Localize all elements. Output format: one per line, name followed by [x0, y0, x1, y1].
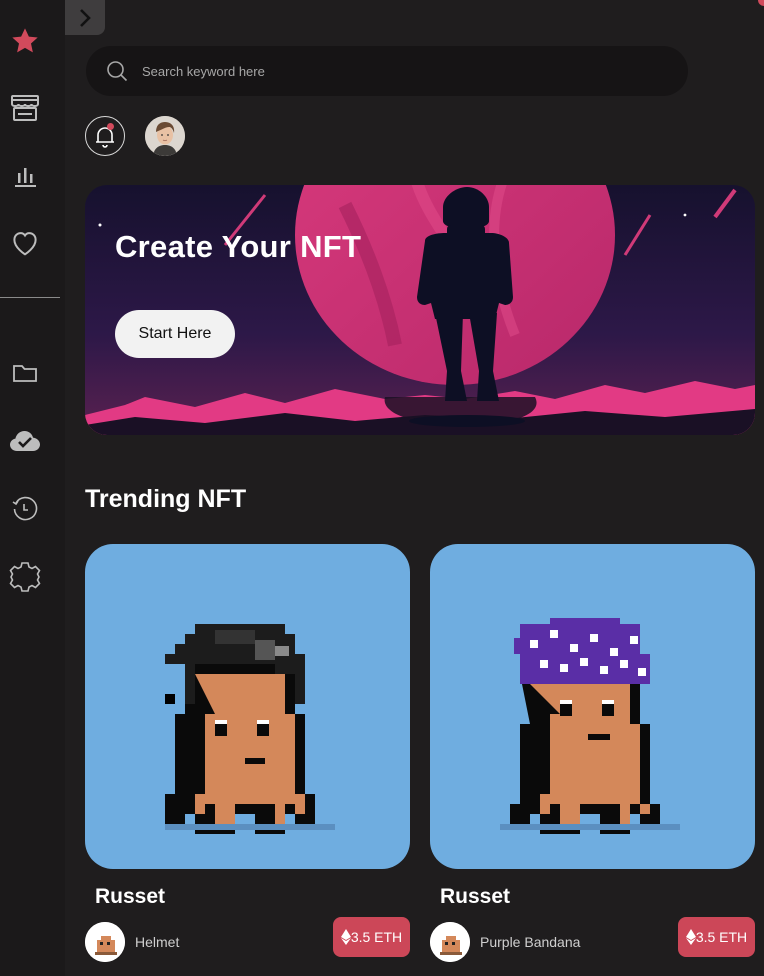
user-avatar[interactable]: [145, 116, 185, 156]
creator-name[interactable]: Helmet: [135, 934, 179, 950]
creator-name[interactable]: Purple Bandana: [480, 934, 580, 950]
price-badge[interactable]: 3.5 ETH: [333, 917, 410, 957]
sidebar: [0, 0, 65, 976]
sidebar-item-liked[interactable]: [7, 225, 43, 261]
folder-icon: [13, 365, 37, 382]
history-icon: [12, 496, 38, 521]
sidebar-toggle-button[interactable]: [65, 0, 105, 35]
nft-card-image[interactable]: [430, 544, 755, 869]
creator-avatar-image: [430, 922, 470, 962]
notifications-button[interactable]: [85, 116, 125, 156]
ethereum-icon: [340, 929, 351, 945]
chart-icon: [15, 168, 36, 187]
sidebar-item-favorites[interactable]: [7, 23, 43, 59]
corner-indicator: [758, 0, 764, 6]
price-value: 3.5 ETH: [695, 929, 748, 945]
sidebar-divider: [0, 297, 60, 298]
nft-card-title[interactable]: Russet: [440, 885, 510, 909]
creator-avatar[interactable]: [85, 922, 125, 962]
start-here-button[interactable]: Start Here: [115, 310, 235, 358]
price-badge[interactable]: 3.5 ETH: [678, 917, 755, 957]
creator-avatar-image: [85, 922, 125, 962]
sidebar-item-collections[interactable]: [7, 355, 43, 391]
store-icon: [11, 95, 39, 121]
sidebar-item-stats[interactable]: [7, 157, 43, 193]
nft-card-image[interactable]: [85, 544, 410, 869]
star-icon: [12, 28, 38, 53]
sidebar-item-marketplace[interactable]: [7, 90, 43, 126]
search-input[interactable]: [142, 63, 642, 79]
trending-section-title: Trending NFT: [85, 485, 247, 513]
sidebar-item-history[interactable]: [7, 491, 43, 527]
user-avatar-image: [145, 116, 185, 156]
chevron-right-icon: [80, 8, 91, 27]
hero-banner: Create Your NFT Start Here: [85, 185, 755, 435]
cloud-check-icon: [10, 431, 40, 451]
sidebar-item-settings[interactable]: [7, 559, 43, 595]
sidebar-item-saved[interactable]: [7, 423, 43, 459]
heart-icon: [13, 232, 37, 256]
creator-avatar[interactable]: [430, 922, 470, 962]
main-content: Create Your NFT Start Here Trending NFT: [65, 0, 764, 976]
hero-title: Create Your NFT: [115, 229, 362, 264]
price-value: 3.5 ETH: [350, 929, 403, 945]
ethereum-icon: [685, 929, 696, 945]
search-icon: [107, 61, 128, 82]
nft-pixel-art-purple-bandana: [500, 618, 680, 834]
notification-badge: [107, 123, 114, 130]
search-bar[interactable]: [86, 46, 688, 96]
settings-icon: [9, 562, 41, 592]
nft-card-title[interactable]: Russet: [95, 885, 165, 909]
nft-pixel-art-helmet: [165, 624, 335, 834]
